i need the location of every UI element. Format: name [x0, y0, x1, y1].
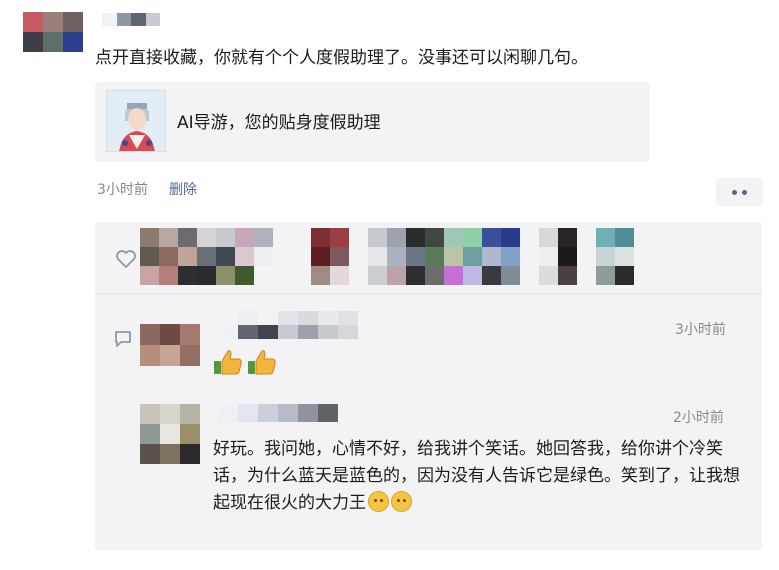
- commenter-avatar[interactable]: [140, 404, 200, 464]
- comment-text: 好玩。我问她，心情不好，给我讲个笑话。她回答我，给你讲个冷笑话，为什么蓝天是蓝色…: [213, 436, 753, 517]
- more-dots-icon: [742, 190, 747, 195]
- comment-timestamp: 3小时前: [675, 322, 726, 338]
- commenter-name[interactable]: [218, 404, 338, 422]
- thinking-face-emoji: [391, 491, 412, 512]
- more-actions-button[interactable]: [716, 178, 763, 206]
- share-card-thumbnail: [106, 90, 166, 152]
- liked-users-list[interactable]: [140, 228, 691, 285]
- comment-timestamp: 2小时前: [673, 410, 724, 426]
- share-card-title: AI导游，您的贴身度假助理: [177, 113, 381, 133]
- likes-comments-divider: [95, 293, 762, 294]
- post-text: 点开直接收藏，你就有个个人度假助理了。没事还可以闲聊几句。: [95, 48, 588, 68]
- comment-bubble-icon: [115, 331, 131, 347]
- heart-outline-icon[interactable]: [115, 249, 137, 269]
- poster-name[interactable]: [102, 13, 160, 26]
- comment-text-body: 好玩。我问她，心情不好，给我讲个笑话。她回答我，给你讲个冷笑话，为什么蓝天是蓝色…: [213, 439, 740, 513]
- thumbs-up-emoji: [248, 350, 276, 375]
- poster-avatar[interactable]: [23, 12, 83, 52]
- post-timestamp: 3小时前: [97, 182, 148, 198]
- commenter-avatar[interactable]: [140, 324, 200, 366]
- commenter-name[interactable]: [218, 311, 358, 339]
- thinking-face-emoji: [368, 491, 389, 512]
- more-dots-icon: [732, 190, 737, 195]
- ai-guide-avatar-image: [107, 91, 165, 151]
- comment-emoji-content: [213, 346, 283, 378]
- thumbs-up-emoji: [214, 350, 242, 375]
- delete-link[interactable]: 删除: [169, 180, 197, 200]
